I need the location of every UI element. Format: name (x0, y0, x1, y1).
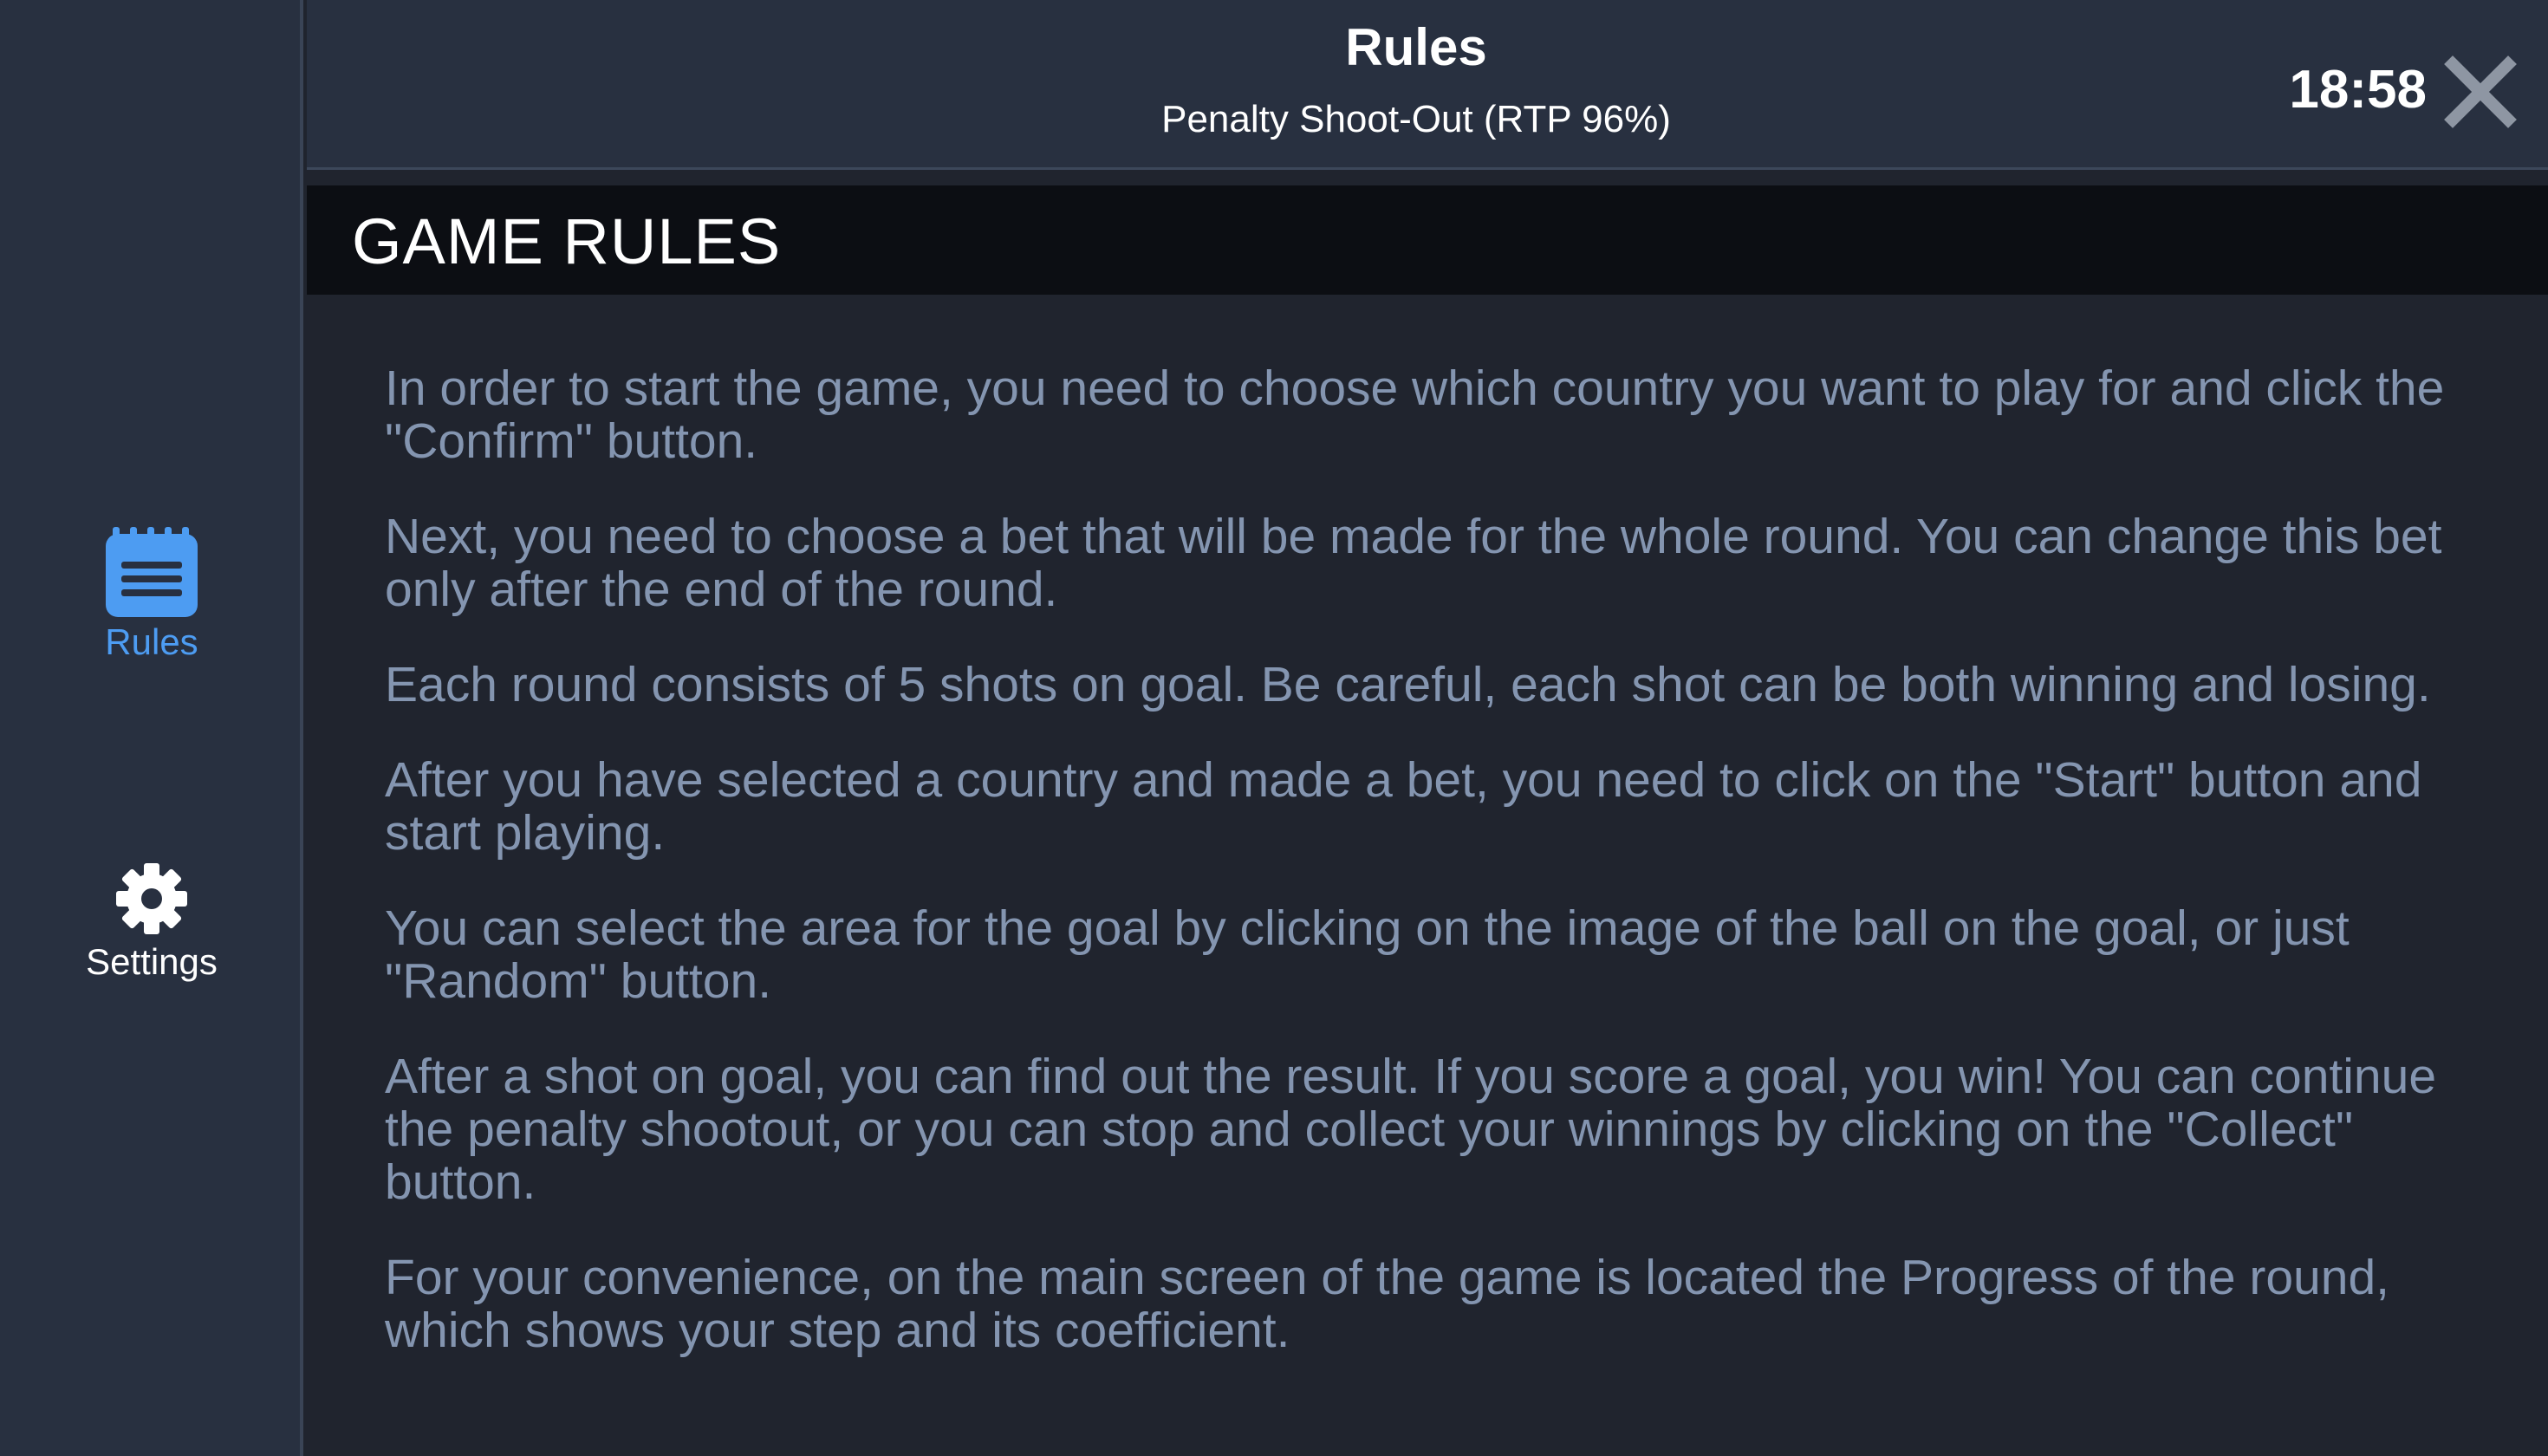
sidebar-item-label: Settings (86, 941, 218, 982)
rule-paragraph: Each round consists of 5 shots on goal. … (385, 657, 2431, 712)
rules-screen: Rules Settings Rules Penalty Shoot-Out (… (0, 0, 2548, 1456)
gear-icon (116, 863, 187, 934)
clock: 18:58 (2289, 60, 2427, 120)
rule-paragraph: After you have selected a country and ma… (385, 752, 2422, 861)
rule-paragraph: You can select the area for the goal by … (385, 900, 2350, 1009)
rule-paragraph: For your convenience, on the main screen… (385, 1250, 2389, 1358)
rules-icon (106, 527, 198, 617)
section-title: GAME RULES (352, 205, 782, 277)
sidebar-item-label: Rules (105, 621, 198, 662)
rule-paragraph: In order to start the game, you need to … (385, 361, 2445, 469)
header: Rules Penalty Shoot-Out (RTP 96%) 18:58 (307, 0, 2548, 170)
sidebar: Rules Settings (0, 0, 303, 1456)
rule-paragraph: Next, you need to choose a bet that will… (385, 509, 2442, 617)
section-header: GAME RULES (307, 185, 2548, 295)
close-icon (2444, 55, 2517, 128)
page-title: Rules (1345, 18, 1487, 76)
rules-content: In order to start the game, you need to … (385, 362, 2482, 1400)
game-subtitle: Penalty Shoot-Out (RTP 96%) (1161, 98, 1671, 140)
sidebar-item-rules[interactable]: Rules (0, 527, 303, 662)
close-button[interactable] (2444, 55, 2517, 128)
rule-paragraph: After a shot on goal, you can find out t… (385, 1049, 2437, 1210)
sidebar-item-settings[interactable]: Settings (0, 862, 303, 982)
